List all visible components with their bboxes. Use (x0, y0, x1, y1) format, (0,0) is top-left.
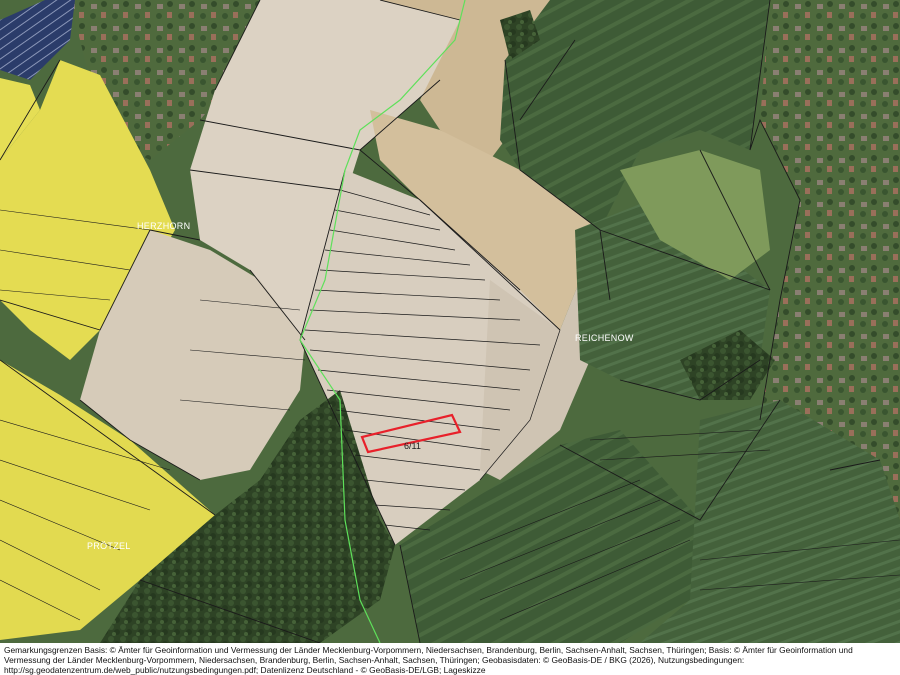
place-label-herzhorn: HERZHORN (137, 221, 190, 231)
attribution-line-3: http://sg.geodatenzentrum.de/web_public/… (4, 664, 486, 675)
aerial-map[interactable]: 6/11 HERZHORN REICHENOW PRÖTZEL (0, 0, 900, 643)
attribution-footer: Gemarkungsgrenzen Basis: © Ämter für Geo… (0, 643, 900, 675)
parcel-label: 6/11 (404, 441, 421, 451)
map-canvas: 6/11 HERZHORN REICHENOW PRÖTZEL (0, 0, 900, 643)
place-label-reichenow: REICHENOW (575, 333, 634, 343)
place-label-protzel: PRÖTZEL (87, 541, 131, 551)
